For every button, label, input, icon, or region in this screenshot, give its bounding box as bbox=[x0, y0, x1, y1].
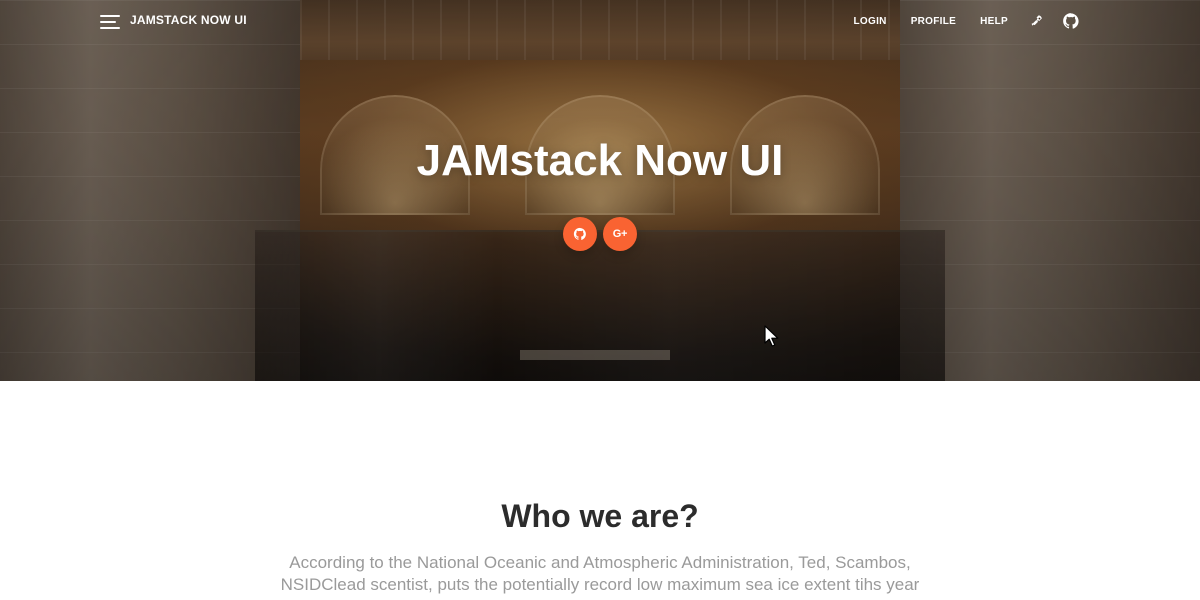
hero-overlay bbox=[0, 0, 1200, 381]
rocket-icon bbox=[1030, 14, 1044, 28]
about-paragraph: According to the National Oceanic and At… bbox=[280, 553, 920, 600]
about-title: Who we are? bbox=[501, 497, 699, 534]
top-navbar: JAMSTACK NOW UI LOGIN PROFILE HELP bbox=[0, 0, 1200, 44]
github-icon bbox=[1062, 12, 1080, 30]
navbar-links: LOGIN PROFILE HELP bbox=[842, 11, 1088, 31]
about-section: Who we are? According to the National Oc… bbox=[0, 381, 1200, 600]
page: JAMSTACK NOW UI LOGIN PROFILE HELP JAMst… bbox=[0, 0, 1200, 600]
hero-social-buttons: G+ bbox=[562, 217, 642, 253]
nav-help-link[interactable]: HELP bbox=[968, 11, 1020, 31]
menu-icon bbox=[100, 15, 120, 17]
nav-rocket-button[interactable] bbox=[1020, 11, 1054, 31]
nav-github-button[interactable] bbox=[1054, 11, 1088, 31]
hero-title: JAMstack Now UI bbox=[416, 136, 784, 185]
menu-toggle-button[interactable] bbox=[100, 12, 120, 32]
hero-google-plus-button[interactable]: G+ bbox=[603, 217, 637, 251]
menu-icon bbox=[100, 27, 120, 29]
brand-link[interactable]: JAMSTACK NOW UI bbox=[130, 13, 247, 27]
hero-section: JAMSTACK NOW UI LOGIN PROFILE HELP JAMst… bbox=[0, 0, 1200, 381]
google-plus-icon: G+ bbox=[612, 227, 628, 240]
nav-login-link[interactable]: LOGIN bbox=[842, 11, 899, 31]
hero-github-button[interactable] bbox=[563, 217, 597, 251]
github-icon bbox=[573, 227, 587, 241]
menu-icon bbox=[100, 21, 116, 23]
nav-profile-link[interactable]: PROFILE bbox=[899, 11, 968, 31]
